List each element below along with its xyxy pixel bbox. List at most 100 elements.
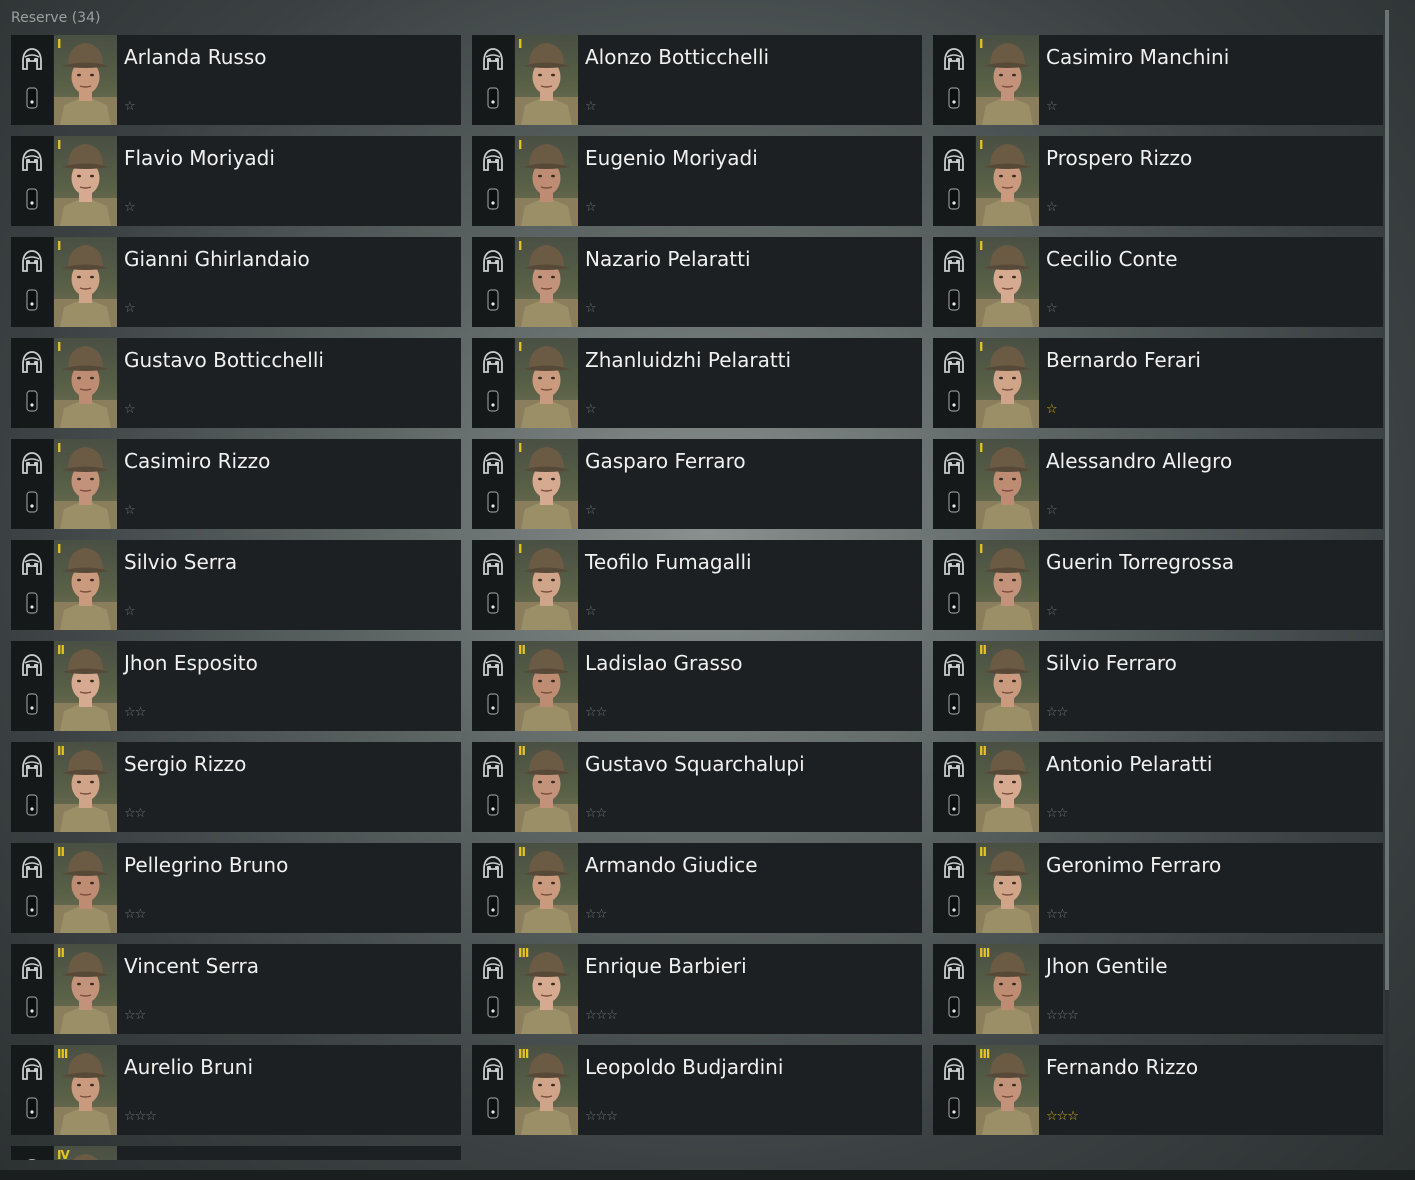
rank-insignia-icon xyxy=(948,996,960,1018)
rank-insignia-icon xyxy=(26,794,38,816)
soldier-card[interactable]: III Fernando Rizzo ☆☆☆ xyxy=(933,1045,1383,1135)
rank-insignia-icon xyxy=(487,693,499,715)
soldier-class-slot xyxy=(472,843,514,933)
soldier-class-slot xyxy=(472,35,514,125)
soldier-portrait xyxy=(54,35,117,125)
pilot-helmet-icon xyxy=(20,249,44,277)
soldier-tier: I xyxy=(57,340,62,354)
pilot-helmet-icon xyxy=(942,1057,966,1085)
soldier-tier: III xyxy=(518,946,529,960)
soldier-card[interactable]: I Cecilio Conte ☆ xyxy=(933,237,1383,327)
soldier-class-slot xyxy=(11,136,53,226)
soldier-card[interactable]: I Gasparo Ferraro ☆ xyxy=(472,439,922,529)
rank-insignia-icon xyxy=(26,996,38,1018)
rank-insignia-icon xyxy=(487,1097,499,1119)
soldier-tier: I xyxy=(979,37,984,51)
pilot-helmet-icon xyxy=(20,47,44,75)
soldier-name: Gustavo Botticchelli xyxy=(124,348,324,372)
soldier-name: Guerin Torregrossa xyxy=(1046,550,1235,574)
soldier-card[interactable]: I Prospero Rizzo ☆ xyxy=(933,136,1383,226)
soldier-portrait xyxy=(976,540,1039,630)
pilot-helmet-icon xyxy=(942,754,966,782)
soldier-card[interactable]: II Jhon Esposito ☆☆ xyxy=(11,641,461,731)
soldier-name: Gianni Ghirlandaio xyxy=(124,247,310,271)
soldier-card[interactable]: I Alessandro Allegro ☆ xyxy=(933,439,1383,529)
soldier-name: Jhon Gentile xyxy=(1046,954,1168,978)
soldier-card[interactable]: I Zhanluidzhi Pelaratti ☆ xyxy=(472,338,922,428)
soldier-rating-stars: ☆☆☆ xyxy=(1046,1109,1079,1124)
pilot-helmet-icon xyxy=(942,47,966,75)
soldier-card[interactable]: I Nazario Pelaratti ☆ xyxy=(472,237,922,327)
soldier-tier: III xyxy=(979,946,990,960)
soldier-card[interactable]: I Casimiro Rizzo ☆ xyxy=(11,439,461,529)
soldier-class-slot xyxy=(11,237,53,327)
soldier-card[interactable]: I Gustavo Botticchelli ☆ xyxy=(11,338,461,428)
soldier-rating-stars: ☆ xyxy=(585,301,597,316)
soldier-card[interactable]: II Silvio Ferraro ☆☆ xyxy=(933,641,1383,731)
soldier-name: Armando Giudice xyxy=(585,853,758,877)
soldier-card[interactable]: II Armando Giudice ☆☆ xyxy=(472,843,922,933)
soldier-card[interactable]: II Vincent Serra ☆☆ xyxy=(11,944,461,1034)
soldier-name: Leopoldo Budjardini xyxy=(585,1055,784,1079)
soldier-card[interactable]: III Leopoldo Budjardini ☆☆☆ xyxy=(472,1045,922,1135)
soldier-card[interactable]: I Silvio Serra ☆ xyxy=(11,540,461,630)
soldier-name: Enrique Barbieri xyxy=(585,954,747,978)
soldier-class-slot xyxy=(933,540,975,630)
soldier-name: Silvio Serra xyxy=(124,550,238,574)
soldier-card[interactable]: II Sergio Rizzo ☆☆ xyxy=(11,742,461,832)
soldier-card[interactable]: I Guerin Torregrossa ☆ xyxy=(933,540,1383,630)
soldier-card[interactable]: III Jhon Gentile ☆☆☆ xyxy=(933,944,1383,1034)
soldier-rating-stars: ☆☆☆ xyxy=(124,1109,157,1124)
soldier-portrait xyxy=(515,237,578,327)
rank-insignia-icon xyxy=(26,491,38,513)
rank-insignia-icon xyxy=(26,188,38,210)
soldier-tier: III xyxy=(57,1047,68,1061)
soldier-card[interactable]: II Geronimo Ferraro ☆☆ xyxy=(933,843,1383,933)
soldier-card[interactable]: IV xyxy=(11,1146,461,1160)
soldier-rating-stars: ☆☆☆ xyxy=(1046,1008,1079,1023)
soldier-card[interactable]: II Gustavo Squarchalupi ☆☆ xyxy=(472,742,922,832)
soldier-name: Sergio Rizzo xyxy=(124,752,247,776)
soldier-card[interactable]: I Alonzo Botticchelli ☆ xyxy=(472,35,922,125)
pilot-helmet-icon xyxy=(20,754,44,782)
pilot-helmet-icon xyxy=(481,653,505,681)
soldier-card[interactable]: I Arlanda Russo ☆ xyxy=(11,35,461,125)
rank-insignia-icon xyxy=(487,592,499,614)
soldier-card[interactable]: I Teofilo Fumagalli ☆ xyxy=(472,540,922,630)
pilot-helmet-icon xyxy=(942,249,966,277)
soldier-rating-stars: ☆ xyxy=(585,200,597,215)
soldier-name: Geronimo Ferraro xyxy=(1046,853,1222,877)
soldier-tier: II xyxy=(979,643,987,657)
soldier-card[interactable]: III Enrique Barbieri ☆☆☆ xyxy=(472,944,922,1034)
soldier-card[interactable]: II Pellegrino Bruno ☆☆ xyxy=(11,843,461,933)
soldier-class-slot xyxy=(11,843,53,933)
soldier-name: Gasparo Ferraro xyxy=(585,449,746,473)
soldier-portrait xyxy=(976,338,1039,428)
rank-insignia-icon xyxy=(487,87,499,109)
soldier-name: Eugenio Moriyadi xyxy=(585,146,758,170)
soldier-card[interactable]: II Ladislao Grasso ☆☆ xyxy=(472,641,922,731)
rank-insignia-icon xyxy=(948,390,960,412)
soldier-portrait xyxy=(976,237,1039,327)
scrollbar-thumb[interactable] xyxy=(1385,10,1389,990)
soldier-card[interactable]: I Eugenio Moriyadi ☆ xyxy=(472,136,922,226)
soldier-card[interactable]: II Antonio Pelaratti ☆☆ xyxy=(933,742,1383,832)
soldier-name: Casimiro Rizzo xyxy=(124,449,271,473)
soldier-card[interactable]: III Aurelio Bruni ☆☆☆ xyxy=(11,1045,461,1135)
soldier-tier: II xyxy=(57,946,65,960)
rank-insignia-icon xyxy=(487,289,499,311)
soldier-card[interactable]: I Flavio Moriyadi ☆ xyxy=(11,136,461,226)
pilot-helmet-icon xyxy=(20,653,44,681)
soldier-portrait xyxy=(54,237,117,327)
soldier-class-slot xyxy=(933,944,975,1034)
soldier-name: Vincent Serra xyxy=(124,954,259,978)
soldier-card[interactable]: I Casimiro Manchini ☆ xyxy=(933,35,1383,125)
soldier-name: Zhanluidzhi Pelaratti xyxy=(585,348,792,372)
soldier-rating-stars: ☆ xyxy=(124,604,136,619)
soldier-tier: IV xyxy=(57,1148,70,1160)
soldier-card[interactable]: I Bernardo Ferari ☆ xyxy=(933,338,1383,428)
soldier-card[interactable]: I Gianni Ghirlandaio ☆ xyxy=(11,237,461,327)
soldier-rating-stars: ☆☆ xyxy=(124,1008,146,1023)
scrollbar-track[interactable] xyxy=(1385,990,1389,1162)
soldier-rating-stars: ☆ xyxy=(124,200,136,215)
